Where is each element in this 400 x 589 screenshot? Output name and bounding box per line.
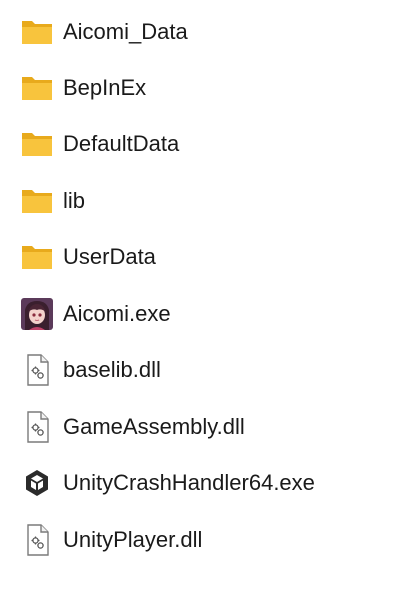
file-name: UserData bbox=[63, 244, 156, 269]
file-name: UnityPlayer.dll bbox=[63, 527, 203, 552]
file-item-lib[interactable]: lib bbox=[0, 178, 360, 224]
folder-icon bbox=[20, 71, 54, 105]
file-item-aicomi-data[interactable]: Aicomi_Data bbox=[0, 9, 360, 55]
folder-icon bbox=[20, 15, 54, 49]
dll-file-icon bbox=[20, 523, 54, 557]
file-item-aicomi-exe[interactable]: Aicomi.exe bbox=[0, 291, 360, 337]
file-item-gameassembly-dll[interactable]: GameAssembly.dll bbox=[0, 404, 360, 450]
file-name: BepInEx bbox=[63, 75, 147, 100]
file-list: Aicomi_Data BepInEx DefaultData lib User… bbox=[0, 0, 400, 589]
app-character-icon bbox=[20, 297, 54, 331]
file-item-unityplayer-dll[interactable]: UnityPlayer.dll bbox=[0, 517, 360, 563]
dll-file-icon bbox=[20, 353, 54, 387]
file-item-bepinex[interactable]: BepInEx bbox=[0, 65, 360, 111]
file-item-userdata[interactable]: UserData bbox=[0, 234, 360, 280]
file-name: Aicomi_Data bbox=[63, 19, 188, 44]
unity-logo-icon bbox=[20, 466, 54, 500]
file-name: Aicomi.exe bbox=[63, 301, 171, 326]
file-item-baselib-dll[interactable]: baselib.dll bbox=[0, 347, 360, 393]
file-name: GameAssembly.dll bbox=[63, 414, 245, 439]
folder-icon bbox=[20, 184, 54, 218]
folder-icon bbox=[20, 240, 54, 274]
file-item-defaultdata[interactable]: DefaultData bbox=[0, 121, 360, 167]
file-item-unitycrashhandler64-exe[interactable]: UnityCrashHandler64.exe bbox=[0, 460, 360, 506]
dll-file-icon bbox=[20, 410, 54, 444]
file-name: lib bbox=[63, 188, 86, 213]
file-name: UnityCrashHandler64.exe bbox=[63, 470, 315, 495]
folder-icon bbox=[20, 127, 54, 161]
file-name: baselib.dll bbox=[63, 357, 161, 382]
file-name: DefaultData bbox=[63, 131, 180, 156]
